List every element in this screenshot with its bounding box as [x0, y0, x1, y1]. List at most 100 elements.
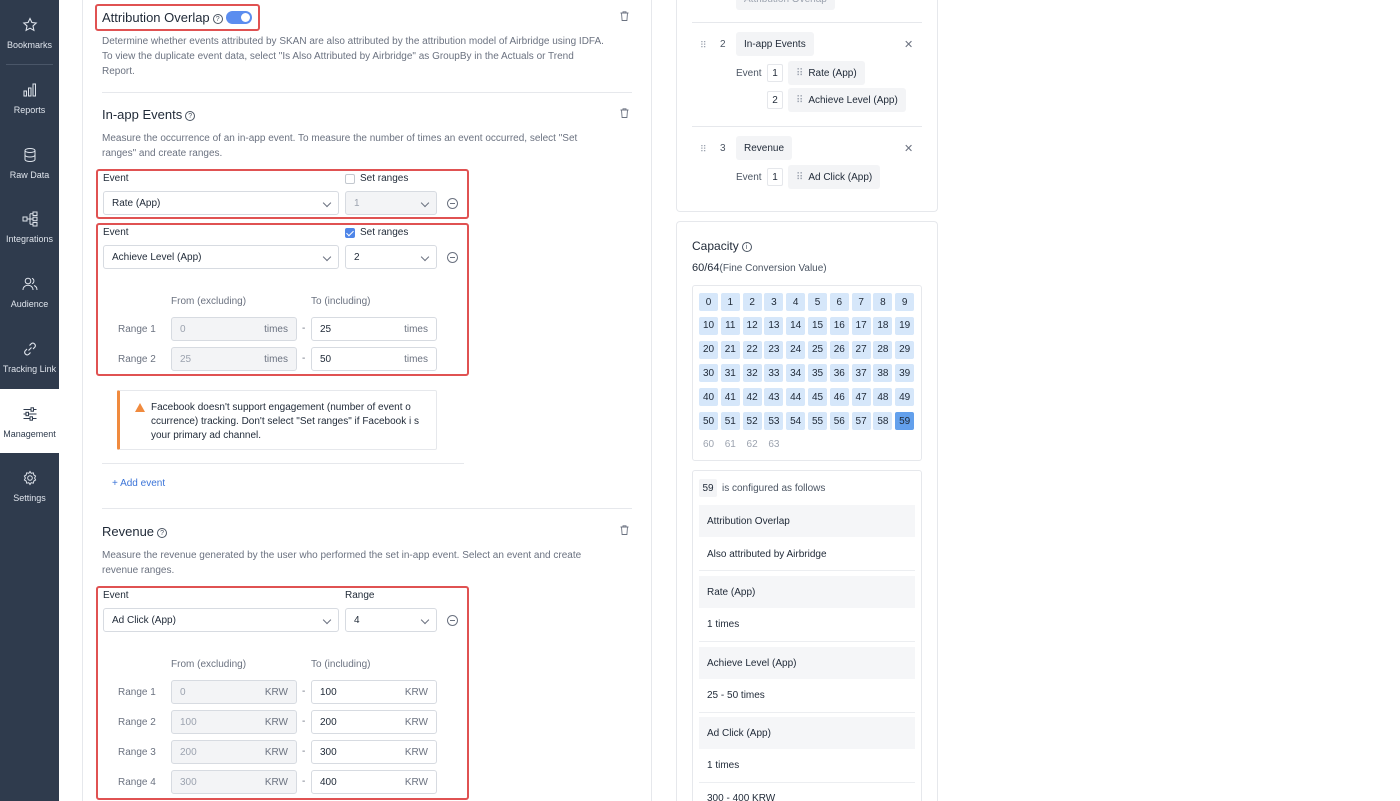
remove-event-icon[interactable]: [447, 198, 458, 209]
conversion-value-cell[interactable]: 16: [829, 316, 849, 335]
conversion-value-cell[interactable]: 18: [873, 316, 893, 335]
conversion-value-cell[interactable]: 44: [786, 388, 806, 407]
drag-handle-icon[interactable]: ⠿: [700, 144, 707, 155]
conversion-value-cell[interactable]: 50: [699, 412, 718, 430]
conversion-value-cell[interactable]: 3: [764, 293, 784, 311]
conversion-value-cell[interactable]: 37: [851, 364, 871, 383]
range-to-input[interactable]: 50 times: [311, 347, 437, 371]
sidebar-item-integrations[interactable]: Integrations: [0, 194, 59, 258]
conversion-value-cell[interactable]: 51: [720, 412, 740, 430]
conversion-value-cell[interactable]: 22: [742, 340, 762, 359]
set-ranges-checkbox[interactable]: [345, 174, 355, 184]
conversion-value-cell[interactable]: 10: [699, 316, 718, 335]
conversion-value-cell[interactable]: 54: [786, 412, 806, 430]
trash-icon[interactable]: [620, 108, 629, 118]
event-select[interactable]: Rate (App): [103, 191, 339, 215]
sidebar-item-settings[interactable]: Settings: [0, 453, 59, 517]
conversion-value-cell[interactable]: 58: [873, 412, 893, 430]
info-icon[interactable]: i: [741, 242, 752, 252]
conversion-value-cell[interactable]: 19: [895, 316, 915, 335]
close-icon[interactable]: ✕: [904, 38, 913, 51]
conversion-value-cell[interactable]: 20: [699, 340, 718, 359]
conversion-value-cell[interactable]: 36: [829, 364, 849, 383]
conversion-value-cell[interactable]: 59: [895, 412, 915, 430]
trash-icon[interactable]: [620, 525, 629, 535]
conversion-value-cell[interactable]: 6: [829, 293, 849, 311]
conversion-value-cell[interactable]: 57: [851, 412, 871, 430]
attribution-overlap-toggle[interactable]: [226, 11, 252, 24]
range-to-input[interactable]: 100 KRW: [311, 680, 437, 704]
conversion-value-cell[interactable]: 14: [786, 316, 806, 335]
trash-icon[interactable]: [620, 11, 629, 21]
conversion-value-cell[interactable]: 34: [786, 364, 806, 383]
conversion-value-cell[interactable]: 49: [895, 388, 915, 407]
conversion-value-cell[interactable]: 25: [808, 340, 827, 359]
sidebar-item-bookmarks[interactable]: Bookmarks: [0, 0, 59, 64]
conversion-value-cell[interactable]: 15: [808, 316, 827, 335]
set-ranges-checkbox[interactable]: [345, 228, 355, 238]
conversion-value-cell[interactable]: 26: [829, 340, 849, 359]
sidebar-item-reports[interactable]: Reports: [0, 65, 59, 129]
conversion-value-cell[interactable]: 55: [808, 412, 827, 430]
conversion-value-cell[interactable]: 48: [873, 388, 893, 407]
conversion-value-cell[interactable]: 5: [808, 293, 827, 311]
conversion-value-cell[interactable]: 30: [699, 364, 718, 383]
summary-event-chip[interactable]: ⠿ Ad Click (App): [788, 165, 881, 189]
conversion-value-cell[interactable]: 11: [720, 316, 740, 335]
conversion-value-cell[interactable]: 38: [873, 364, 893, 383]
remove-event-icon[interactable]: [447, 252, 458, 263]
sidebar-item-management[interactable]: Management: [0, 389, 59, 453]
conversion-value-cell[interactable]: 28: [873, 340, 893, 359]
conversion-value-cell[interactable]: 45: [808, 388, 827, 407]
conversion-value-cell[interactable]: 42: [742, 388, 762, 407]
conversion-value-cell[interactable]: 61: [721, 436, 740, 454]
conversion-value-cell[interactable]: 40: [699, 388, 718, 407]
sidebar-item-audience[interactable]: Audience: [0, 259, 59, 323]
conversion-value-cell[interactable]: 56: [829, 412, 849, 430]
conversion-value-cell[interactable]: 21: [720, 340, 740, 359]
drag-handle-icon[interactable]: ⠿: [700, 40, 707, 51]
conversion-value-cell[interactable]: 1: [720, 293, 740, 311]
sidebar-item-raw-data[interactable]: Raw Data: [0, 130, 59, 194]
conversion-value-cell[interactable]: 63: [764, 436, 783, 454]
conversion-value-cell[interactable]: 53: [764, 412, 784, 430]
conversion-value-cell[interactable]: 33: [764, 364, 784, 383]
conversion-value-cell[interactable]: 13: [764, 316, 784, 335]
conversion-value-cell[interactable]: 31: [720, 364, 740, 383]
range-count-select[interactable]: 2: [345, 245, 437, 269]
range-to-input[interactable]: 25 times: [311, 317, 437, 341]
event-select[interactable]: Achieve Level (App): [103, 245, 339, 269]
conversion-value-cell[interactable]: 35: [808, 364, 827, 383]
summary-chip[interactable]: In-app Events: [736, 32, 814, 56]
conversion-value-cell[interactable]: 29: [895, 340, 915, 359]
add-event-link[interactable]: + Add event: [112, 478, 165, 489]
summary-event-chip[interactable]: ⠿ Achieve Level (App): [788, 88, 906, 112]
summary-event-chip[interactable]: ⠿ Rate (App): [788, 61, 865, 85]
conversion-value-cell[interactable]: 8: [873, 293, 893, 311]
range-to-input[interactable]: 300 KRW: [311, 740, 437, 764]
conversion-value-cell[interactable]: 0: [699, 293, 718, 311]
conversion-value-cell[interactable]: 47: [851, 388, 871, 407]
conversion-value-cell[interactable]: 2: [742, 293, 762, 311]
conversion-value-cell[interactable]: 12: [742, 316, 762, 335]
revenue-event-select[interactable]: Ad Click (App): [103, 608, 339, 632]
conversion-value-cell[interactable]: 52: [742, 412, 762, 430]
help-icon[interactable]: ?: [185, 111, 196, 121]
help-icon[interactable]: ?: [157, 528, 168, 538]
conversion-value-cell[interactable]: 62: [743, 436, 762, 454]
remove-revenue-icon[interactable]: [447, 615, 458, 626]
sidebar-item-tracking-link[interactable]: Tracking Link: [0, 324, 59, 388]
conversion-value-cell[interactable]: 32: [742, 364, 762, 383]
conversion-value-cell[interactable]: 4: [786, 293, 806, 311]
help-icon[interactable]: ?: [212, 14, 223, 24]
revenue-range-count-select[interactable]: 4: [345, 608, 437, 632]
range-to-input[interactable]: 200 KRW: [311, 710, 437, 734]
conversion-value-cell[interactable]: 27: [851, 340, 871, 359]
conversion-value-cell[interactable]: 39: [895, 364, 915, 383]
conversion-value-cell[interactable]: 46: [829, 388, 849, 407]
conversion-value-cell[interactable]: 9: [895, 293, 915, 311]
close-icon[interactable]: ✕: [904, 142, 913, 155]
conversion-value-cell[interactable]: 23: [764, 340, 784, 359]
summary-chip[interactable]: Revenue: [736, 136, 793, 160]
conversion-value-cell[interactable]: 24: [786, 340, 806, 359]
